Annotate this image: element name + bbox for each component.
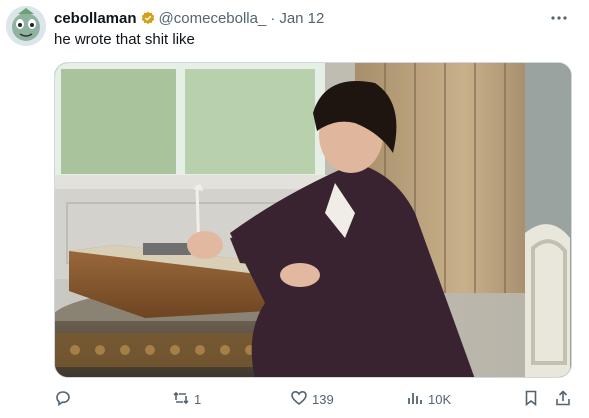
more-dots-icon[interactable] (547, 6, 571, 30)
repost-button[interactable]: 1 (172, 388, 201, 410)
avatar[interactable] (6, 6, 46, 46)
user-handle[interactable]: @comecebolla_ (159, 10, 267, 27)
views-button[interactable]: 10K (406, 388, 451, 410)
display-name[interactable]: cebollaman (54, 10, 137, 27)
repost-icon (172, 389, 190, 410)
like-count: 139 (312, 391, 334, 407)
reply-button[interactable] (54, 388, 76, 410)
views-count: 10K (428, 391, 452, 407)
post-date[interactable]: Jan 12 (279, 10, 324, 27)
tweet-actions: 1 139 10K (54, 388, 572, 410)
tweet-text: he wrote that shit like (54, 31, 195, 48)
tweet-media-image[interactable] (54, 62, 572, 378)
views-icon (406, 389, 424, 410)
bookmark-icon (522, 389, 540, 410)
tweet: cebollaman @comecebolla_ · Jan 12 he wro… (0, 0, 589, 418)
reply-icon (54, 389, 72, 410)
separator-dot: · (270, 9, 276, 27)
gold-badge-icon (141, 11, 155, 25)
repost-count: 1 (194, 391, 202, 407)
like-button[interactable]: 139 (290, 388, 334, 410)
share-icon (554, 389, 572, 410)
heart-icon (290, 389, 308, 410)
bookmark-button[interactable] (522, 388, 540, 410)
share-button[interactable] (554, 388, 572, 410)
tweet-header: cebollaman @comecebolla_ · Jan 12 (54, 8, 324, 28)
